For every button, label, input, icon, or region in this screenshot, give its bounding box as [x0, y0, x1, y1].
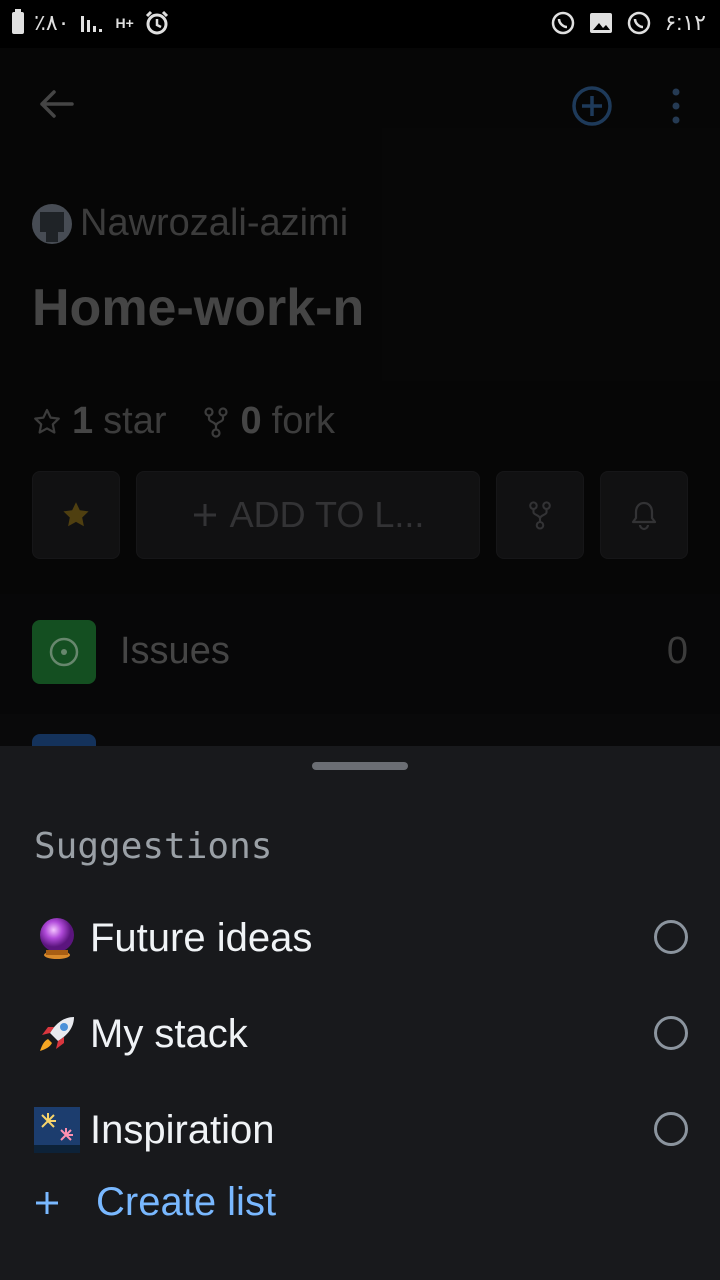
star-button[interactable]: [32, 471, 120, 559]
watch-button[interactable]: [600, 471, 688, 559]
forks-stat[interactable]: 0 fork: [201, 400, 335, 443]
issues-count: 0: [666, 630, 688, 672]
suggestions-heading: Suggestions: [34, 826, 273, 867]
whatsapp-icon: [626, 10, 652, 36]
create-list-button[interactable]: Create list: [32, 1180, 276, 1225]
create-list-label: Create list: [96, 1180, 277, 1224]
add-to-list-label: ADD TO L...: [229, 494, 425, 535]
star-filled-icon: [63, 502, 89, 527]
bell-icon: [631, 501, 657, 531]
rocket-icon: [32, 1009, 82, 1059]
fork-icon: [529, 501, 551, 530]
stars-count: 1: [72, 400, 94, 442]
repo-stats: 1 star 0 fork: [32, 400, 335, 443]
add-to-list-button[interactable]: ADD TO L...: [136, 471, 480, 559]
list-item[interactable]: Inspiration: [32, 1090, 688, 1170]
list-item[interactable]: My stack: [32, 994, 688, 1074]
network-type: H+: [115, 15, 134, 31]
stars-stat[interactable]: 1 star: [32, 400, 167, 443]
avatar: [32, 203, 72, 244]
repo-title: Home-work-n: [32, 279, 365, 337]
list-item-label: Inspiration: [90, 1107, 275, 1152]
alarm-icon: [144, 10, 170, 36]
repo-actions: ADD TO L...: [32, 471, 688, 559]
add-button[interactable]: [570, 84, 614, 128]
signal-icon: [79, 10, 105, 36]
battery-level: ٪۸۰: [34, 10, 70, 35]
forks-count: 0: [240, 400, 262, 442]
fork-icon: [203, 406, 228, 438]
repo-owner[interactable]: Nawrozali-azimi: [32, 202, 348, 245]
list-item-label: Future ideas: [90, 915, 313, 960]
fireworks-icon: [32, 1105, 82, 1155]
radio-button[interactable]: [654, 920, 688, 954]
arrow-left-icon: [40, 90, 74, 118]
plus-icon: [36, 1191, 58, 1214]
list-item-label: My stack: [90, 1011, 248, 1056]
issues-icon: [32, 620, 96, 684]
forks-label: fork: [271, 400, 335, 442]
radio-button[interactable]: [654, 1112, 688, 1146]
clock: ۶:۱۲: [664, 10, 706, 35]
star-outline-icon: [34, 408, 60, 434]
owner-name: Nawrozali-azimi: [80, 202, 349, 244]
image-icon: [588, 10, 614, 36]
issues-label: Issues: [120, 630, 230, 672]
plus-icon: [193, 504, 216, 526]
fork-button[interactable]: [496, 471, 584, 559]
status-bar: ٪۸۰ H+ ۶:۱۲: [0, 0, 720, 48]
crystal-ball-icon: [32, 913, 82, 963]
issues-row[interactable]: Issues 0: [0, 594, 720, 714]
repository-page: Nawrozali-azimi Home-work-n 1 star 0 for…: [0, 48, 720, 748]
drag-handle[interactable]: [312, 762, 408, 770]
plus-circle-icon: [572, 86, 612, 126]
add-to-list-sheet: Suggestions Future ideas My stack Inspir…: [0, 746, 720, 1280]
back-button[interactable]: [32, 84, 80, 124]
more-vertical-icon: [672, 88, 680, 124]
more-options-button[interactable]: [664, 84, 688, 128]
whatsapp-icon: [550, 10, 576, 36]
list-item[interactable]: Future ideas: [32, 898, 688, 978]
radio-button[interactable]: [654, 1016, 688, 1050]
stars-label: star: [103, 400, 167, 442]
battery-icon: [12, 9, 24, 34]
